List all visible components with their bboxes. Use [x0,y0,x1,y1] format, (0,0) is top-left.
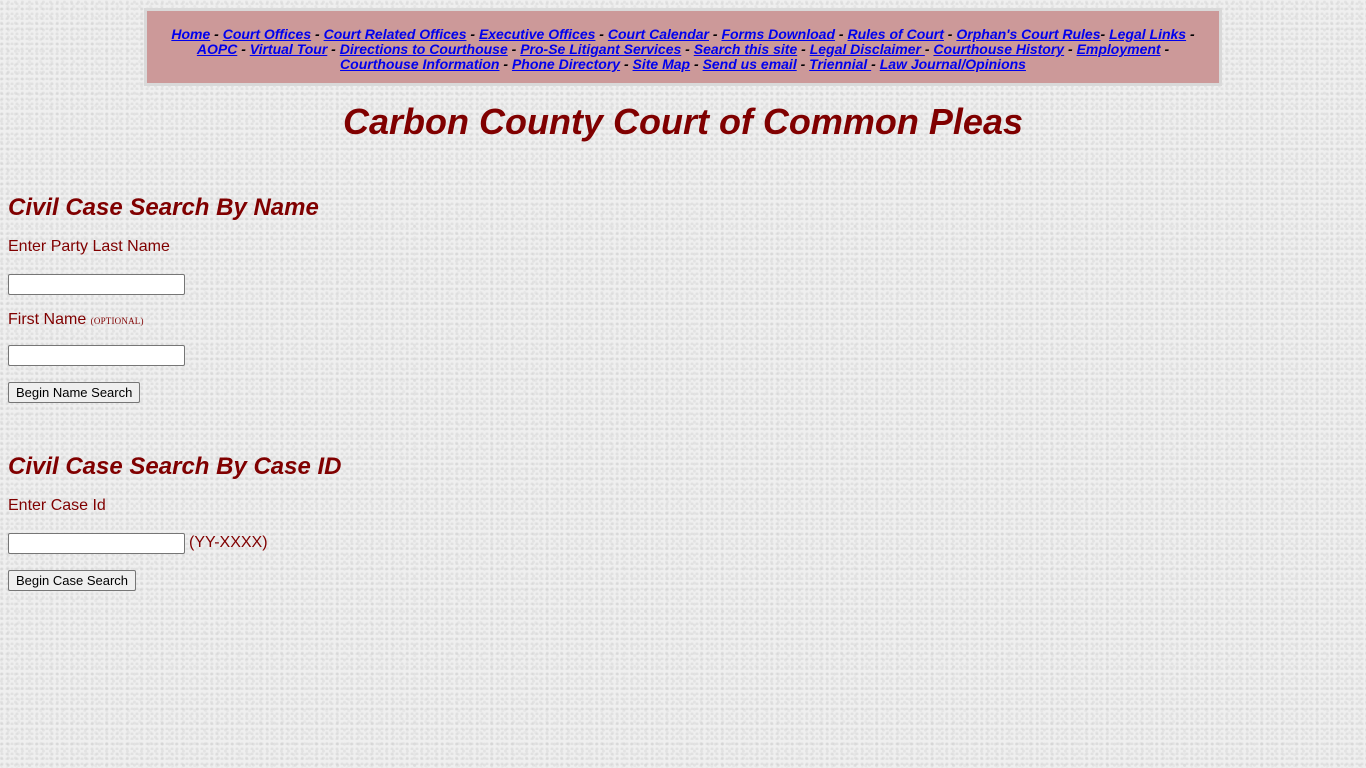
nav-link-court-calendar[interactable]: Court Calendar [608,26,709,42]
last-name-input[interactable] [8,274,185,295]
nav-link-court-related-offices[interactable]: Court Related Offices [324,26,467,42]
nav-separator: - [797,41,810,57]
nav-separator: - [620,56,633,72]
first-name-optional-note: (OPTIONAL) [90,316,144,326]
nav-link-legal-disclaimer[interactable]: Legal Disclaimer [810,41,925,57]
first-name-label-row: First Name (OPTIONAL) [8,310,144,331]
nav-separator: - [681,41,694,57]
nav-link-court-offices[interactable]: Court Offices [223,26,311,42]
nav-separator: - [507,41,521,57]
nav-separator: - [311,26,324,42]
nav-link-search-this-site[interactable]: Search this site [694,41,798,57]
nav-separator: - [210,26,223,42]
nav-separator: - [943,26,957,42]
case-search-heading: Civil Case Search By Case ID [8,453,342,480]
nav-separator: - [1100,26,1110,42]
nav-separator: - [796,56,810,72]
nav-link-home[interactable]: Home [171,26,210,42]
begin-name-search-button[interactable]: Begin Name Search [8,382,141,403]
begin-case-search-button[interactable]: Begin Case Search [8,570,137,591]
nav-link-directions-to-courthouse[interactable]: Directions to Courthouse [340,41,508,57]
nav-link-courthouse-history[interactable]: Courthouse History [933,41,1064,57]
nav-link-phone-directory[interactable]: Phone Directory [512,56,620,72]
nav-separator: - [1186,26,1195,42]
nav-link-send-us-email[interactable]: Send us email [703,56,797,72]
last-name-label: Enter Party Last Name [8,238,170,255]
nav-separator: - [1160,41,1170,57]
nav-separator: - [709,26,722,42]
nav-separator: - [835,26,848,42]
nav-link-legal-links[interactable]: Legal Links [1109,26,1186,42]
page-title: Carbon County Court of Common Pleas [342,101,1023,142]
nav-separator: - [871,56,880,72]
nav-link-pro-se-litigant-services[interactable]: Pro-Se Litigant Services [520,41,681,57]
case-id-format-hint: (YY-XXXX) [189,534,268,551]
nav-link-virtual-tour[interactable]: Virtual Tour [250,41,328,57]
nav-link-rules-of-court[interactable]: Rules of Court [847,26,943,42]
nav-link-triennial[interactable]: Triennial [809,56,871,72]
case-id-input[interactable] [8,533,185,554]
nav-separator: - [1064,41,1077,57]
nav-link-orphan-s-court-rules[interactable]: Orphan's Court Rules [956,26,1100,42]
nav-links-container: Home - Court Offices - Court Related Off… [147,11,1219,72]
nav-separator: - [466,26,479,42]
nav-separator: - [237,41,250,57]
nav-link-site-map[interactable]: Site Map [633,56,691,72]
nav-link-employment[interactable]: Employment [1077,41,1161,57]
nav-separator: - [327,41,340,57]
nav-separator: - [690,56,703,72]
first-name-label: First Name [8,311,91,328]
nav-link-executive-offices[interactable]: Executive Offices [479,26,595,42]
name-search-heading: Civil Case Search By Name [8,194,319,221]
first-name-input[interactable] [8,345,185,366]
nav-link-forms-download[interactable]: Forms Download [721,26,835,42]
nav-separator: - [499,56,512,72]
nav-link-aopc[interactable]: AOPC [197,41,237,57]
nav-separator: - [595,26,608,42]
nav-link-law-journal-opinions[interactable]: Law Journal/Opinions [880,56,1026,72]
case-id-label: Enter Case Id [8,497,106,514]
nav-link-courthouse-information[interactable]: Courthouse Information [340,56,499,72]
top-navigation-bar: Home - Court Offices - Court Related Off… [144,8,1222,86]
